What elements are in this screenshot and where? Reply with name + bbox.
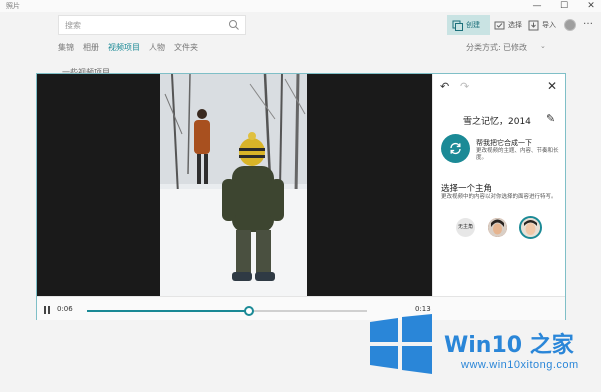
minimize-button[interactable]: — xyxy=(528,0,546,12)
pause-icon[interactable] xyxy=(43,306,51,314)
search-box[interactable]: 搜索 xyxy=(58,15,246,35)
search-icon[interactable] xyxy=(228,19,240,31)
remix-description: 更改视频的主题、内容、节奏和长度。 xyxy=(476,148,559,161)
maximize-button[interactable]: ☐ xyxy=(555,0,573,12)
star-face-option[interactable] xyxy=(488,218,507,237)
sort-label: 分类方式: xyxy=(466,43,501,52)
create-label: 创建 xyxy=(466,21,480,29)
no-star-option[interactable]: 无主角 xyxy=(456,218,475,237)
account-avatar[interactable] xyxy=(564,19,576,31)
seek-bar[interactable] xyxy=(87,306,367,316)
close-window-button[interactable]: ✕ xyxy=(582,0,600,12)
chevron-down-icon[interactable]: ⌄ xyxy=(540,42,546,50)
windows-logo-icon xyxy=(370,314,432,374)
nav-tabs: 集锦 相册 视频项目 人物 文件夹 xyxy=(58,42,198,53)
tab-people[interactable]: 人物 xyxy=(149,42,165,53)
face-avatar xyxy=(521,218,540,237)
tab-folders[interactable]: 文件夹 xyxy=(174,42,198,53)
video-preview[interactable] xyxy=(37,74,432,296)
video-frame-image xyxy=(160,74,307,296)
tab-video-projects[interactable]: 视频项目 xyxy=(108,42,140,53)
watermark-brand: Win10 之家 xyxy=(444,333,574,358)
face-avatar xyxy=(488,218,507,237)
close-icon[interactable]: ✕ xyxy=(547,79,557,93)
photos-app-window: 照片 — ☐ ✕ 搜索 创建 选择 导入 … 集锦 相册 视频项目 人物 文件夹… xyxy=(0,0,601,392)
search-input[interactable]: 搜索 xyxy=(65,20,81,31)
create-button[interactable]: 创建 xyxy=(447,15,490,35)
select-icon xyxy=(494,21,505,29)
import-icon xyxy=(528,20,539,30)
undo-icon[interactable]: ↶ xyxy=(440,80,449,93)
remix-icon xyxy=(450,142,461,155)
video-title: 雪之记忆，2014 xyxy=(463,117,531,127)
edit-pencil-icon[interactable]: ✎ xyxy=(546,112,555,125)
choose-star-heading: 选择一个主角 xyxy=(441,184,493,194)
title-bar: 照片 — ☐ ✕ xyxy=(0,0,601,12)
remix-heading: 帮我把它合成一下 xyxy=(476,139,532,147)
seek-handle[interactable] xyxy=(244,306,255,316)
select-label: 选择 xyxy=(508,21,522,29)
total-time: 0:13 xyxy=(415,305,431,313)
watermark-url: www.win10xitong.com xyxy=(461,359,579,371)
video-editor-dialog: ↶ ↷ ✕ 雪之记忆，2014 ✎ 帮我把它合成一下 更改视频的主题、内容、节奏… xyxy=(36,73,566,320)
more-options-button[interactable]: … xyxy=(583,16,593,27)
current-time: 0:06 xyxy=(57,305,73,313)
create-icon xyxy=(452,20,463,31)
star-face-option-selected[interactable] xyxy=(519,216,542,239)
import-label: 导入 xyxy=(542,21,556,29)
redo-icon[interactable]: ↷ xyxy=(460,80,469,93)
choose-star-description: 更改视频中的内容以对你选择的面容进行特写。 xyxy=(441,194,557,200)
tab-collection[interactable]: 集锦 xyxy=(58,42,74,53)
remix-side-panel: ↶ ↷ ✕ 雪之记忆，2014 ✎ 帮我把它合成一下 更改视频的主题、内容、节奏… xyxy=(432,74,565,296)
remix-button[interactable] xyxy=(441,134,470,163)
app-title: 照片 xyxy=(6,2,20,10)
sort-dropdown[interactable]: 已修改 xyxy=(503,42,527,53)
seek-bar-progress xyxy=(87,310,250,312)
import-button[interactable]: 导入 xyxy=(528,15,556,35)
select-button[interactable]: 选择 xyxy=(494,15,522,35)
tab-albums[interactable]: 相册 xyxy=(83,42,99,53)
playback-controls: 0:06 0:13 xyxy=(37,296,565,320)
